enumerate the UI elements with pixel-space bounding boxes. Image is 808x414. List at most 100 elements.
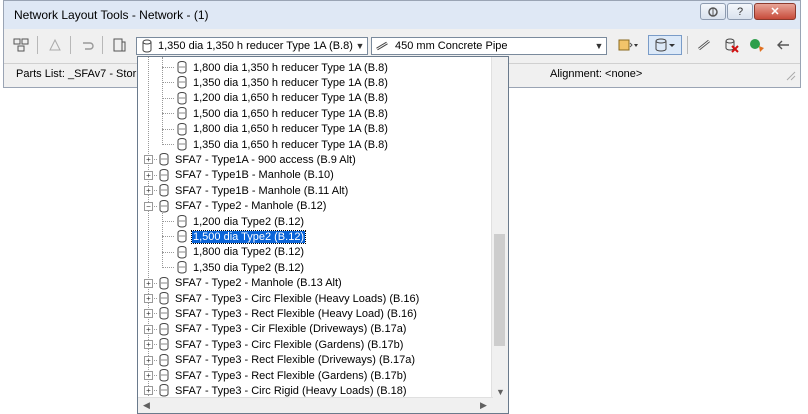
collapse-icon[interactable]: −	[144, 201, 153, 211]
structure-icon	[159, 369, 169, 382]
structure-icon	[159, 338, 169, 351]
pipe-icon	[376, 41, 388, 51]
tree-item[interactable]: 1,350 dia Type2 (B.12)	[176, 260, 305, 275]
structure-icon	[159, 276, 169, 290]
undo-icon	[83, 42, 94, 50]
pin-button[interactable]	[700, 3, 726, 20]
expand-icon[interactable]: +	[144, 278, 153, 288]
tree-item[interactable]: 1,800 dia 1,350 h reducer Type 1A (B.8)	[176, 60, 389, 75]
tree-item[interactable]: SFA7 - Type1A - 900 access (B.9 Alt)	[158, 152, 357, 167]
expand-icon[interactable]: +	[144, 324, 153, 334]
expand-icon[interactable]: +	[144, 155, 153, 165]
scroll-down-icon[interactable]: ▼	[496, 387, 505, 397]
tree-item[interactable]: 1,350 dia 1,350 h reducer Type 1A (B.8)	[176, 75, 389, 90]
chevron-down-icon[interactable]: ▼	[592, 41, 606, 51]
tree-item-label: 1,350 dia 1,650 h reducer Type 1A (B.8)	[193, 138, 388, 151]
draw-mode-button[interactable]	[613, 35, 645, 55]
back-button[interactable]	[772, 35, 794, 55]
window-title: Network Layout Tools - Network - (1)	[14, 8, 209, 22]
horizontal-scrollbar[interactable]: ◀ ▶	[138, 397, 493, 413]
tree-item-label: 1,350 dia 1,350 h reducer Type 1A (B.8)	[193, 76, 388, 89]
resize-grip-icon[interactable]	[786, 71, 796, 81]
structure-icon	[159, 168, 169, 182]
structure-insert-icon	[655, 38, 675, 52]
tree-item[interactable]: 1,500 dia Type2 (B.12)	[176, 229, 307, 244]
structure-icon	[177, 61, 187, 74]
structure-icon	[159, 199, 169, 213]
close-button[interactable]: ✕	[754, 3, 796, 20]
tree-item[interactable]: SFA7 - Type3 - Rect Flexible (Driveways)…	[158, 353, 416, 368]
catalog-icon	[113, 38, 126, 52]
tree-item-label: 1,200 dia 1,650 h reducer Type 1A (B.8)	[193, 92, 388, 105]
tree-item[interactable]: 1,800 dia Type2 (B.12)	[176, 245, 305, 260]
draw-structure-button[interactable]	[44, 35, 66, 55]
expand-icon[interactable]: +	[144, 170, 153, 180]
tree-item[interactable]: SFA7 - Type3 - Rect Flexible (Heavy Load…	[158, 306, 418, 321]
tree-item-label: 1,500 dia 1,650 h reducer Type 1A (B.8)	[193, 107, 388, 120]
parts-tree: 1,800 dia 1,350 h reducer Type 1A (B.8) 1…	[138, 57, 493, 400]
expand-icon[interactable]: +	[144, 309, 153, 319]
toolbar-separator	[70, 36, 71, 54]
tree-guide-line	[162, 236, 174, 238]
parts-list-label: Parts List: _SFAv7 - Storr	[16, 68, 140, 80]
help-button[interactable]: ?	[727, 3, 753, 20]
structure-icon	[159, 384, 169, 397]
structure-catalog-button[interactable]	[108, 35, 130, 55]
tree-item-label: SFA7 - Type3 - Rect Flexible (Driveways)…	[175, 354, 416, 367]
tree-guide-line	[162, 97, 174, 99]
parts-list-button[interactable]	[10, 35, 32, 55]
tree-item[interactable]: 1,350 dia 1,650 h reducer Type 1A (B.8)	[176, 137, 389, 152]
title-bar[interactable]: Network Layout Tools - Network - (1) ? ✕	[4, 1, 800, 29]
change-slope-button[interactable]	[694, 35, 716, 55]
structure-icon	[177, 215, 187, 228]
undo-button[interactable]	[76, 35, 98, 55]
pipe-combo-value: 450 mm Concrete Pipe	[395, 40, 508, 52]
tree-item[interactable]: SFA7 - Type2 - Manhole (B.13 Alt)	[158, 276, 343, 291]
structures-only-button[interactable]	[648, 35, 682, 55]
tree-item[interactable]: 1,800 dia 1,650 h reducer Type 1A (B.8)	[176, 122, 389, 137]
tree-guide-line	[162, 144, 174, 145]
tree-item[interactable]: SFA7 - Type3 - Rect Flexible (Gardens) (…	[158, 368, 408, 383]
structure-icon	[177, 107, 187, 120]
tree-item-label: SFA7 - Type1B - Manhole (B.11 Alt)	[175, 184, 349, 197]
structure-icon	[159, 322, 169, 336]
structure-icon	[177, 76, 187, 89]
expand-icon[interactable]: +	[144, 386, 153, 396]
tree-item-label: SFA7 - Type3 - Circ Rigid (Heavy Loads) …	[175, 384, 407, 397]
pipe-combo[interactable]: 450 mm Concrete Pipe ▼	[371, 37, 607, 55]
tree-guide-line	[162, 267, 174, 269]
delete-structure-icon	[725, 38, 739, 53]
tree-item[interactable]: SFA7 - Type3 - Circ Flexible (Gardens) (…	[158, 337, 404, 352]
tree-item-label: SFA7 - Type3 - Rect Flexible (Gardens) (…	[175, 369, 407, 382]
tree-item[interactable]: SFA7 - Type3 - Circ Flexible (Heavy Load…	[158, 291, 420, 306]
expand-icon[interactable]: +	[144, 294, 153, 303]
tree-guide-line	[162, 82, 174, 84]
tree-item[interactable]: SFA7 - Type1B - Manhole (B.10)	[158, 168, 335, 183]
vertical-scroll-thumb[interactable]	[494, 234, 505, 346]
chevron-down-icon[interactable]: ▼	[353, 41, 367, 51]
expand-icon[interactable]: +	[144, 371, 153, 380]
structure-icon	[159, 184, 169, 197]
expand-icon[interactable]: +	[144, 355, 153, 365]
connect-button[interactable]	[746, 35, 768, 55]
vertical-scrollbar[interactable]: ▼	[491, 57, 508, 400]
tree-item[interactable]: 1,500 dia 1,650 h reducer Type 1A (B.8)	[176, 106, 389, 121]
tree-guide-line	[162, 221, 174, 222]
structure-icon	[159, 307, 169, 320]
scroll-right-icon[interactable]: ▶	[480, 400, 487, 411]
tree-item-label: SFA7 - Type1B - Manhole (B.10)	[175, 169, 334, 182]
expand-icon[interactable]: +	[144, 340, 153, 350]
tree-item[interactable]: SFA7 - Type2 - Manhole (B.12)	[158, 199, 327, 214]
scroll-left-icon[interactable]: ◀	[143, 400, 150, 411]
tree-item[interactable]: 1,200 dia 1,650 h reducer Type 1A (B.8)	[176, 91, 389, 106]
delete-object-button[interactable]	[720, 35, 742, 55]
structure-combo[interactable]: 1,350 dia 1,350 h reducer Type 1A (B.8) …	[136, 37, 368, 55]
tree-guide-line	[162, 67, 174, 68]
structure-dropdown-list: 1,800 dia 1,350 h reducer Type 1A (B.8) 1…	[137, 56, 509, 414]
arrow-left-icon	[777, 40, 789, 50]
tree-item-label: 1,500 dia Type2 (B.12)	[190, 229, 307, 244]
expand-icon[interactable]: +	[144, 186, 153, 196]
tree-item[interactable]: SFA7 - Type1B - Manhole (B.11 Alt)	[158, 183, 349, 198]
tree-item[interactable]: SFA7 - Type3 - Cir Flexible (Driveways) …	[158, 322, 407, 337]
tree-item[interactable]: 1,200 dia Type2 (B.12)	[176, 214, 305, 229]
